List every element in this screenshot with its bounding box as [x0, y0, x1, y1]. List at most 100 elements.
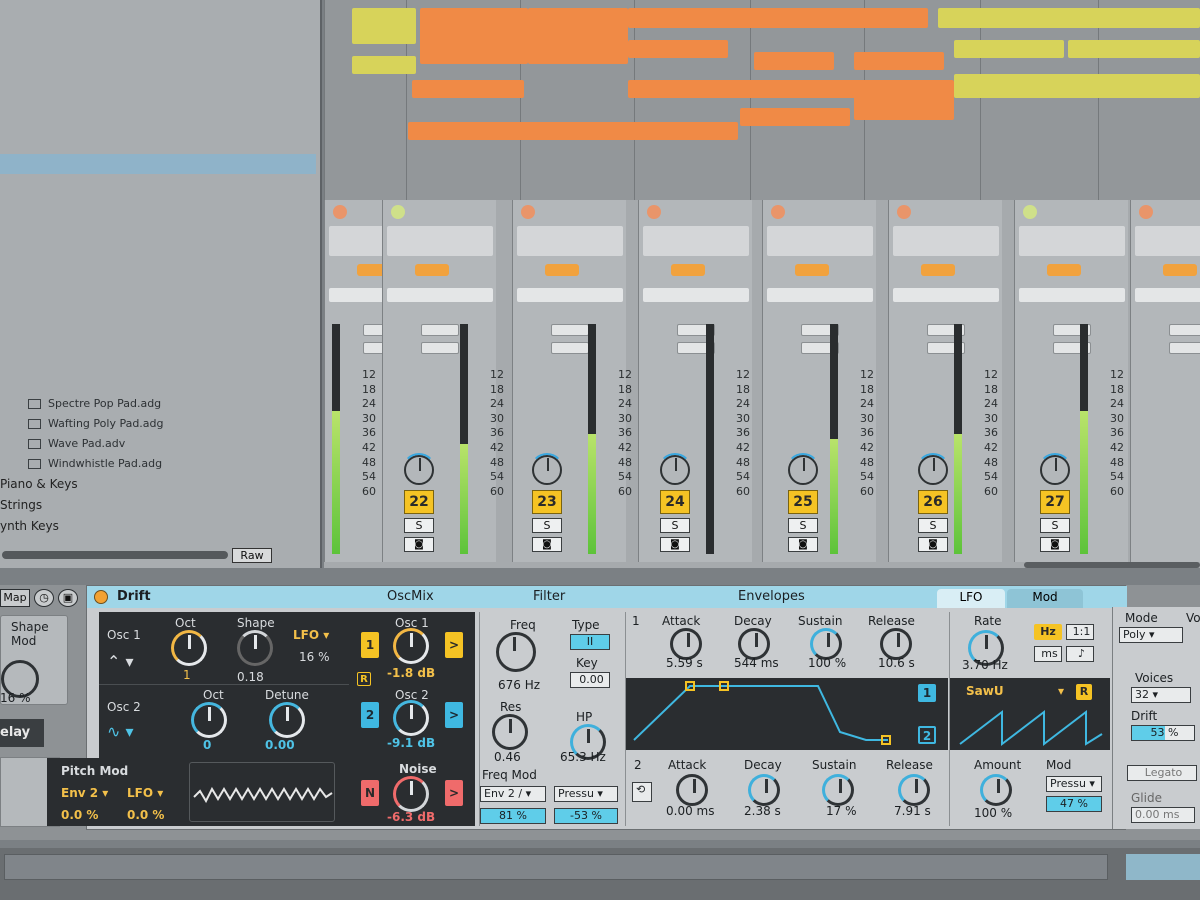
browser-item[interactable] [0, 154, 316, 174]
browser-item[interactable]: Wafting Poly Pad.adg [0, 414, 316, 434]
browser-item[interactable] [0, 354, 316, 374]
noise-gain-knob[interactable] [393, 776, 429, 812]
monitor-auto-pill[interactable] [415, 264, 449, 276]
pan-knob[interactable] [1038, 453, 1072, 485]
routing-box[interactable] [1135, 226, 1200, 256]
output-box[interactable] [1135, 288, 1200, 302]
send-value-box[interactable] [421, 324, 459, 336]
env2-decay-knob[interactable] [748, 774, 780, 806]
env2-sustain-knob[interactable] [822, 774, 854, 806]
solo-button[interactable]: S [532, 518, 562, 533]
browser-item[interactable] [0, 94, 316, 114]
osc1-gain-knob[interactable] [393, 628, 429, 664]
monitor-switch[interactable] [643, 262, 749, 278]
clip[interactable] [628, 8, 928, 28]
mode-select[interactable]: Poly ▾ [1119, 627, 1183, 643]
freq-mod-amt2[interactable]: -53 % [554, 808, 618, 824]
lfo-ms-button[interactable]: ms [1034, 646, 1062, 662]
track-activator[interactable]: 23 [532, 490, 562, 514]
browser-category[interactable]: Piano & Keys [0, 474, 316, 495]
retrigger-button[interactable]: R [357, 672, 371, 686]
device-power-button[interactable] [94, 590, 108, 604]
browser-item[interactable] [0, 54, 316, 74]
send-knob-icon[interactable] [771, 205, 785, 219]
browser-category[interactable]: Strings [0, 495, 316, 516]
pan-knob[interactable] [786, 453, 820, 485]
send-value-box[interactable] [551, 342, 589, 354]
monitor-switch[interactable] [767, 262, 873, 278]
clip[interactable] [954, 40, 1064, 58]
solo-button[interactable]: S [788, 518, 818, 533]
filter-key-value[interactable]: 0.00 [570, 672, 610, 688]
pitch-mod-src1[interactable]: Env 2 ▾ [61, 786, 108, 800]
output-box[interactable] [1019, 288, 1125, 302]
filter-freq-knob[interactable] [496, 632, 536, 672]
clip[interactable] [352, 56, 416, 74]
track-activator[interactable]: 22 [404, 490, 434, 514]
browser-category[interactable]: ynth Keys [0, 516, 316, 537]
clip[interactable] [528, 8, 628, 64]
output-box[interactable] [767, 288, 873, 302]
clip[interactable] [352, 8, 416, 44]
env-display-2-button[interactable]: 2 [918, 726, 936, 744]
env-display-1-button[interactable]: 1 [918, 684, 936, 702]
clip[interactable] [954, 74, 1200, 98]
monitor-auto-pill[interactable] [1047, 264, 1081, 276]
clip[interactable] [754, 52, 834, 70]
monitor-auto-pill[interactable] [795, 264, 829, 276]
browser-item[interactable] [0, 254, 316, 274]
browser-item[interactable] [0, 374, 316, 394]
pan-knob[interactable] [658, 453, 692, 485]
arm-button[interactable]: ◙ [1040, 537, 1070, 552]
freq-mod-amt1[interactable]: 81 % [480, 808, 546, 824]
output-box[interactable] [387, 288, 493, 302]
monitor-switch[interactable] [387, 262, 493, 278]
arm-button[interactable]: ◙ [404, 537, 434, 552]
routing-box[interactable] [517, 226, 623, 256]
routing-box[interactable] [387, 226, 493, 256]
raw-button[interactable]: Raw [232, 548, 272, 563]
routing-box[interactable] [767, 226, 873, 256]
pitch-mod-src2[interactable]: LFO ▾ [127, 786, 163, 800]
glide-value[interactable]: 0.00 ms [1131, 807, 1195, 823]
drift-amount[interactable]: 53 % [1131, 725, 1195, 741]
env2-release-knob[interactable] [898, 774, 930, 806]
osc2-enable-button[interactable]: 2 [361, 702, 379, 728]
output-box[interactable] [893, 288, 999, 302]
track-lane[interactable] [634, 0, 750, 200]
track-activator[interactable]: 27 [1040, 490, 1070, 514]
send-value-box[interactable] [1169, 342, 1200, 354]
save-icon[interactable]: ▣ [58, 589, 78, 607]
osc1-shape-knob[interactable] [237, 630, 273, 666]
browser-item[interactable] [0, 294, 316, 314]
solo-button[interactable]: S [404, 518, 434, 533]
send-knob-icon[interactable] [897, 205, 911, 219]
clip[interactable] [412, 80, 524, 98]
routing-box[interactable] [1019, 226, 1125, 256]
clip[interactable] [938, 8, 1200, 28]
send-value-box[interactable] [421, 342, 459, 354]
lfo-amount-knob[interactable] [980, 774, 1012, 806]
track-lane[interactable] [1098, 0, 1200, 200]
osc2-detune-knob[interactable] [269, 702, 305, 738]
routing-box[interactable] [893, 226, 999, 256]
clip[interactable] [854, 52, 944, 70]
monitor-switch[interactable] [1019, 262, 1125, 278]
freq-mod-src2[interactable]: Pressu ▾ [554, 786, 618, 802]
arm-button[interactable]: ◙ [532, 537, 562, 552]
osc1-filter-route[interactable]: > [445, 632, 463, 658]
pan-knob[interactable] [530, 453, 564, 485]
browser-item[interactable] [0, 14, 316, 34]
browser-item[interactable] [0, 194, 316, 214]
monitor-auto-pill[interactable] [921, 264, 955, 276]
browser-item[interactable] [0, 234, 316, 254]
send-knob-icon[interactable] [1139, 205, 1153, 219]
monitor-switch[interactable] [893, 262, 999, 278]
lfo-mod-amount[interactable]: 47 % [1046, 796, 1102, 812]
osc1-lfo-dropdown[interactable]: LFO ▾ [293, 628, 329, 642]
track-lane[interactable] [980, 0, 1098, 200]
monitor-auto-pill[interactable] [671, 264, 705, 276]
browser-item[interactable] [0, 174, 316, 194]
browser-item[interactable] [0, 314, 316, 334]
noise-enable-button[interactable]: N [361, 780, 379, 806]
